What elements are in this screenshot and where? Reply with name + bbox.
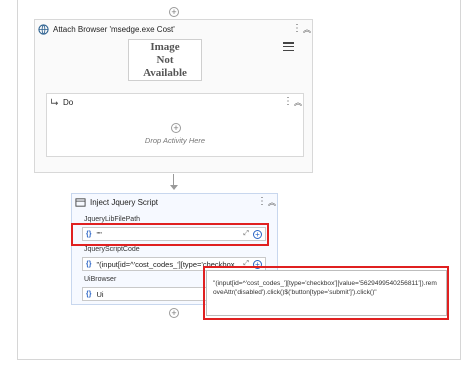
globe-icon [38, 23, 49, 35]
connector-arrow-icon [170, 185, 178, 190]
menu-icon[interactable] [283, 42, 294, 51]
add-activity-top-icon[interactable]: + [169, 7, 179, 17]
more-options-icon[interactable]: ⋮ [292, 24, 302, 34]
sequence-arrow-icon [51, 98, 59, 105]
expression-icon: {} [86, 290, 92, 298]
collapse-icon[interactable]: ︽ [302, 24, 312, 35]
inject-title: Inject Jquery Script [90, 197, 159, 207]
do-header: Do ⋮ ︽ [47, 94, 303, 110]
field-label: UiBrowser [84, 276, 117, 283]
attach-browser-title: Attach Browser 'msedge.exe Cost' [53, 24, 175, 34]
image-not-available-placeholder: Image Not Available [128, 39, 202, 81]
do-sequence[interactable]: Do ⋮ ︽ + Drop Activity Here [46, 93, 304, 157]
do-collapse-icon[interactable]: ︽ [293, 97, 303, 108]
field-label: JqueryLibFilePath [84, 216, 141, 223]
highlight-box-tooltip [203, 266, 449, 320]
browser-window-icon [75, 197, 86, 207]
do-more-options-icon[interactable]: ⋮ [283, 97, 293, 107]
attach-browser-header: Attach Browser 'msedge.exe Cost' ⋮ ︽ [35, 20, 312, 38]
expression-icon: {} [86, 260, 92, 268]
inject-more-options-icon[interactable]: ⋮ [257, 197, 267, 207]
inject-collapse-icon[interactable]: ︽ [267, 197, 277, 208]
highlight-box-lib-path [71, 223, 269, 246]
field-label: JqueryScriptCode [84, 246, 140, 253]
drop-activity-hint: Drop Activity Here [144, 136, 206, 145]
add-activity-bottom-icon[interactable]: + [169, 308, 179, 318]
do-title: Do [63, 97, 74, 107]
add-activity-in-do-icon[interactable]: + [171, 123, 181, 133]
attach-browser-activity[interactable]: Attach Browser 'msedge.exe Cost' ⋮ ︽ Ima… [34, 19, 313, 173]
inject-header: Inject Jquery Script ⋮ ︽ [72, 194, 277, 210]
